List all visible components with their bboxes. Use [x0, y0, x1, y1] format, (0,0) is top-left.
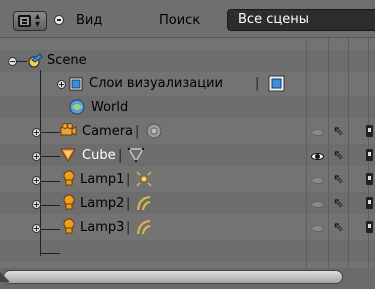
tree-line [40, 205, 60, 206]
collapse-menus-icon[interactable] [54, 15, 64, 25]
separator: | [126, 220, 131, 235]
tree-label-camera[interactable]: Camera [82, 124, 133, 139]
tree-label-cube[interactable]: Cube [82, 148, 116, 163]
cursor-arrow-icon[interactable]: ⇖ [333, 196, 344, 211]
menu-search[interactable]: Поиск [159, 13, 200, 28]
scene-icon [28, 53, 43, 68]
expand-camera-icon[interactable]: + [32, 128, 41, 137]
point-lamp-data-icon[interactable] [135, 171, 153, 187]
tree-line [40, 132, 60, 133]
tree-label-lamp3[interactable]: Lamp3 [80, 220, 124, 235]
expand-lamp2-icon[interactable]: + [32, 200, 41, 209]
world-icon [69, 99, 85, 115]
eye-icon[interactable] [311, 177, 324, 184]
mesh-object-icon [60, 148, 76, 162]
collapse-scene-icon[interactable]: − [8, 57, 17, 66]
camera-render-icon[interactable] [366, 197, 373, 209]
outliner-editor-icon [18, 15, 31, 27]
eye-icon[interactable] [311, 225, 324, 232]
separator: | [118, 148, 123, 163]
cursor-arrow-icon[interactable]: ⇖ [333, 124, 344, 139]
cursor-arrow-icon[interactable]: ⇖ [333, 148, 344, 163]
camera-render-icon[interactable] [366, 125, 373, 137]
separator: | [135, 124, 140, 139]
separator: | [126, 196, 131, 211]
tree-label-scene[interactable]: Scene [47, 53, 87, 68]
expand-lamp1-icon[interactable]: + [32, 176, 41, 185]
camera-render-icon[interactable] [366, 173, 373, 185]
eye-icon[interactable] [311, 153, 324, 160]
tree-label-world[interactable]: World [91, 100, 128, 115]
eye-icon[interactable] [311, 129, 324, 136]
tree-line [40, 253, 60, 254]
menu-view[interactable]: Вид [76, 13, 102, 28]
sun-lamp-data-icon[interactable] [135, 194, 153, 212]
lamp-object-icon [63, 170, 75, 186]
tree-row-world[interactable] [0, 96, 375, 118]
tree-line [40, 156, 60, 157]
render-layer-icon[interactable] [268, 75, 286, 93]
tree-line [40, 181, 60, 182]
cursor-arrow-icon[interactable]: ⇖ [333, 220, 344, 235]
camera-render-icon[interactable] [366, 221, 373, 233]
column-separator [328, 38, 329, 270]
horizontal-scrollbar[interactable] [3, 270, 343, 284]
sun-lamp-data-icon[interactable] [135, 218, 153, 236]
tree-label-render-layers[interactable]: Слои визуализации [89, 76, 223, 91]
column-separator [348, 38, 349, 270]
tree-label-lamp1[interactable]: Lamp1 [80, 172, 124, 187]
lamp-object-icon [63, 194, 75, 210]
eye-icon[interactable] [311, 201, 324, 208]
camera-object-icon [60, 123, 77, 136]
expand-cube-icon[interactable]: + [32, 152, 41, 161]
tree-label-lamp2[interactable]: Lamp2 [80, 196, 124, 211]
separator: | [126, 172, 131, 187]
editor-type-button[interactable]: ▴ ▾ [13, 11, 47, 31]
expand-render-layers-icon[interactable]: + [57, 80, 66, 89]
up-down-arrows-icon: ▴ ▾ [35, 11, 41, 30]
area-resize-corner-icon[interactable] [0, 272, 10, 282]
tree-line [40, 229, 60, 230]
separator: | [255, 76, 260, 91]
expand-lamp3-icon[interactable]: + [32, 224, 41, 233]
lamp-object-icon [63, 218, 75, 234]
display-mode-select[interactable]: Все сцены [227, 9, 375, 31]
column-separator [306, 38, 307, 270]
tree-row-empty [0, 240, 375, 262]
camera-data-icon[interactable] [145, 122, 163, 140]
outliner-header: ▴ ▾ Вид Поиск Все сцены [0, 0, 375, 38]
render-layers-icon [69, 77, 83, 91]
cursor-arrow-icon[interactable]: ⇖ [333, 172, 344, 187]
camera-render-icon[interactable] [366, 149, 373, 161]
mesh-data-icon[interactable] [127, 147, 145, 163]
